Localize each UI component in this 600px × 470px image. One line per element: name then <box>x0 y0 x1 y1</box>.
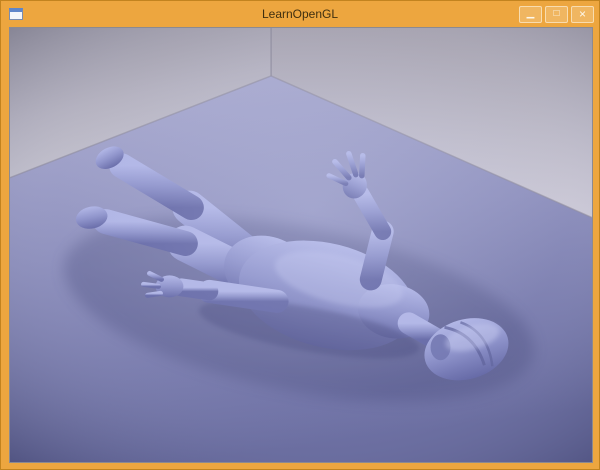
minimize-button[interactable]: ▁ <box>519 5 542 23</box>
titlebar[interactable]: LearnOpenGL ▁ □ × <box>1 1 599 27</box>
close-button[interactable]: × <box>571 5 594 23</box>
opengl-viewport[interactable] <box>9 27 593 463</box>
maximize-button[interactable]: □ <box>545 5 568 23</box>
scene-svg <box>10 28 592 462</box>
window-controls: ▁ □ × <box>519 5 594 23</box>
app-icon[interactable] <box>9 8 23 20</box>
lighting-vignette <box>10 28 592 462</box>
window-title: LearnOpenGL <box>261 7 339 21</box>
app-window: LearnOpenGL ▁ □ × <box>0 0 600 470</box>
